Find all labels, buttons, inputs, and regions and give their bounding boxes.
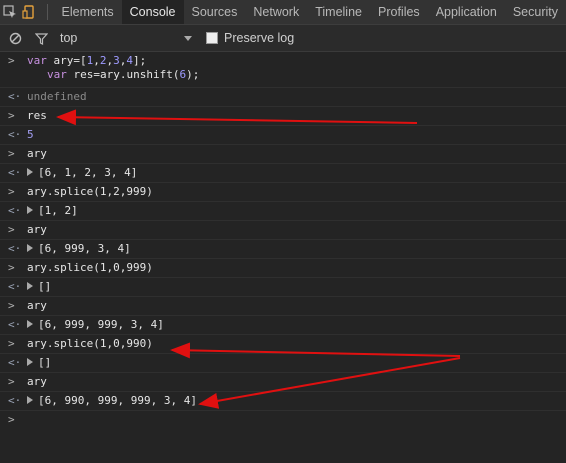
output-prompt-icon: <· bbox=[8, 242, 22, 255]
output-value: undefined bbox=[27, 90, 87, 103]
dropdown-arrow-icon bbox=[184, 35, 192, 41]
console-output-line: <· undefined bbox=[0, 88, 566, 107]
output-array[interactable]: [6, 999, 999, 3, 4] bbox=[38, 318, 164, 331]
toolbar-divider bbox=[46, 4, 48, 20]
input-text: ary.splice(1,2,999) bbox=[27, 185, 153, 198]
output-array[interactable]: [] bbox=[38, 280, 51, 293]
tab-security[interactable]: Security bbox=[505, 0, 566, 24]
console-output-line: <· [6, 999, 999, 3, 4] bbox=[0, 316, 566, 335]
output-prompt-icon: <· bbox=[8, 204, 22, 217]
console-input-line: > ary.splice(1,0,999) bbox=[0, 259, 566, 278]
console-output-line: <· [6, 999, 3, 4] bbox=[0, 240, 566, 259]
preserve-log-label: Preserve log bbox=[224, 31, 295, 45]
tab-sources[interactable]: Sources bbox=[184, 0, 246, 24]
expand-triangle-icon[interactable] bbox=[27, 206, 33, 214]
output-array[interactable]: [6, 999, 3, 4] bbox=[38, 242, 131, 255]
expand-triangle-icon[interactable] bbox=[27, 168, 33, 176]
code-line: var ary=[1,2,3,4]; bbox=[27, 54, 147, 67]
console-input-line: > ary.splice(1,0,990) bbox=[0, 335, 566, 354]
tab-console[interactable]: Console bbox=[121, 0, 184, 24]
input-text: res bbox=[27, 109, 47, 122]
input-prompt-icon: > bbox=[8, 337, 15, 350]
input-prompt-icon: > bbox=[8, 261, 15, 274]
clear-console-icon[interactable] bbox=[4, 25, 26, 51]
input-text: ary bbox=[27, 299, 47, 312]
output-prompt-icon: <· bbox=[8, 280, 22, 293]
tab-elements[interactable]: Elements bbox=[54, 0, 122, 24]
input-prompt-icon: > bbox=[8, 109, 15, 122]
output-prompt-icon: <· bbox=[8, 394, 22, 407]
output-array[interactable]: [6, 1, 2, 3, 4] bbox=[38, 166, 137, 179]
tab-timeline[interactable]: Timeline bbox=[307, 0, 370, 24]
tab-application[interactable]: Application bbox=[428, 0, 505, 24]
output-value: 5 bbox=[27, 128, 34, 141]
filter-icon[interactable] bbox=[30, 25, 52, 51]
output-prompt-icon: <· bbox=[8, 90, 22, 103]
output-prompt-icon: <· bbox=[8, 318, 22, 331]
input-prompt-icon: > bbox=[8, 223, 15, 236]
expand-triangle-icon[interactable] bbox=[27, 358, 33, 366]
console-output-line: <· [6, 990, 999, 999, 3, 4] bbox=[0, 392, 566, 411]
console-output-line: <· [1, 2] bbox=[0, 202, 566, 221]
output-array[interactable]: [1, 2] bbox=[38, 204, 78, 217]
console-output-line: <· 5 bbox=[0, 126, 566, 145]
input-prompt-icon: > bbox=[8, 147, 15, 160]
console-input-line: > ary bbox=[0, 373, 566, 392]
expand-triangle-icon[interactable] bbox=[27, 396, 33, 404]
input-text: ary bbox=[27, 223, 47, 236]
input-text: ary bbox=[27, 147, 47, 160]
output-array[interactable]: [6, 990, 999, 999, 3, 4] bbox=[38, 394, 197, 407]
expand-triangle-icon[interactable] bbox=[27, 320, 33, 328]
console-input-line: > var ary=[1,2,3,4]; var res=ary.unshift… bbox=[0, 52, 566, 88]
output-prompt-icon: <· bbox=[8, 356, 22, 369]
input-prompt-icon: > bbox=[8, 185, 15, 198]
console-output-line: <· [] bbox=[0, 278, 566, 297]
console-input-line: > ary bbox=[0, 297, 566, 316]
console-messages: > var ary=[1,2,3,4]; var res=ary.unshift… bbox=[0, 52, 566, 463]
output-prompt-icon: <· bbox=[8, 166, 22, 179]
devtools-tab-bar: Elements Console Sources Network Timelin… bbox=[0, 0, 566, 25]
input-prompt-icon: > bbox=[8, 54, 15, 67]
console-output-line: <· [] bbox=[0, 354, 566, 373]
input-text: ary bbox=[27, 375, 47, 388]
console-output-line: <· [6, 1, 2, 3, 4] bbox=[0, 164, 566, 183]
console-input-line: > ary.splice(1,2,999) bbox=[0, 183, 566, 202]
console-input-line: > ary bbox=[0, 221, 566, 240]
context-select[interactable]: top bbox=[60, 25, 200, 51]
input-text: ary.splice(1,0,990) bbox=[27, 337, 153, 350]
expand-triangle-icon[interactable] bbox=[27, 282, 33, 290]
code-line: var res=ary.unshift(6); bbox=[47, 68, 200, 81]
output-array[interactable]: [] bbox=[38, 356, 51, 369]
input-prompt-icon: > bbox=[8, 375, 15, 388]
tab-network[interactable]: Network bbox=[245, 0, 307, 24]
console-input-line: > res bbox=[0, 107, 566, 126]
active-prompt-icon: > bbox=[8, 413, 15, 426]
preserve-log-checkbox[interactable] bbox=[206, 32, 218, 44]
inspect-element-icon[interactable] bbox=[0, 0, 19, 24]
input-text: ary.splice(1,0,999) bbox=[27, 261, 153, 274]
expand-triangle-icon[interactable] bbox=[27, 244, 33, 252]
tab-profiles[interactable]: Profiles bbox=[370, 0, 428, 24]
output-prompt-icon: <· bbox=[8, 128, 22, 141]
input-prompt-icon: > bbox=[8, 299, 15, 312]
preserve-log-option[interactable]: Preserve log bbox=[206, 31, 294, 45]
device-toolbar-icon[interactable] bbox=[19, 0, 38, 24]
console-prompt-line[interactable]: > bbox=[0, 411, 566, 429]
context-value: top bbox=[60, 31, 78, 45]
console-filter-bar: top Preserve log bbox=[0, 25, 566, 52]
console-input-line: > ary bbox=[0, 145, 566, 164]
